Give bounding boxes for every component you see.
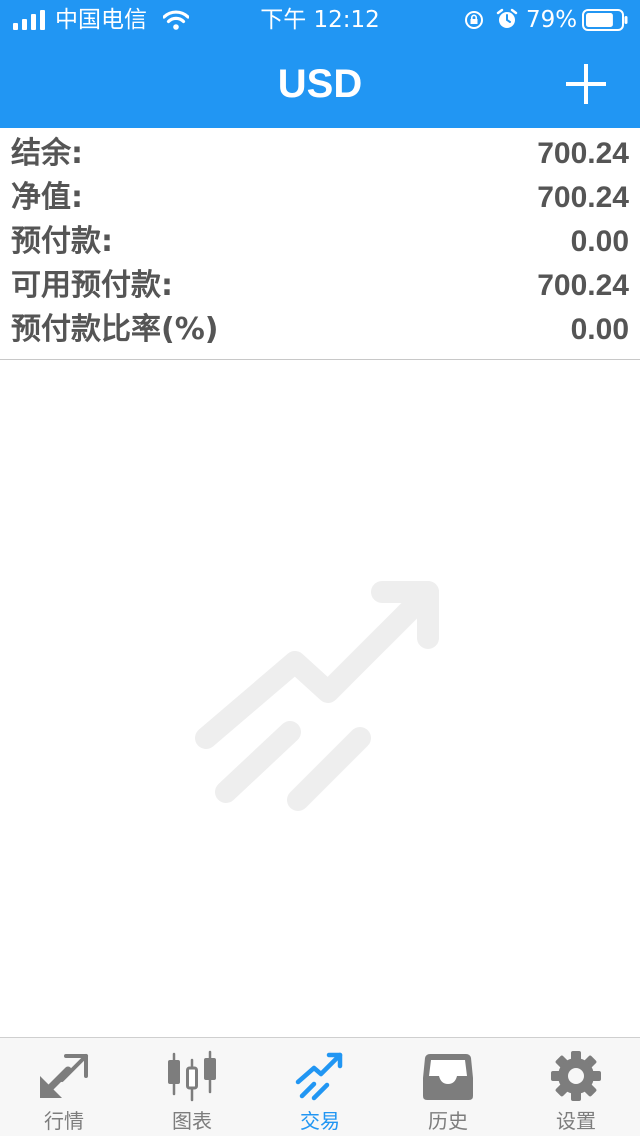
quotes-arrows-icon — [40, 1054, 88, 1098]
rotation-lock-icon — [465, 11, 483, 29]
inbox-icon — [423, 1054, 473, 1100]
free-margin-label: 可用预付款: — [11, 268, 173, 303]
equity-value: 700.24 — [537, 181, 629, 214]
battery-icon — [582, 9, 628, 31]
summary-row-free-margin: 可用预付款: 700.24 — [0, 264, 640, 308]
margin-value: 0.00 — [570, 225, 629, 258]
plus-icon[interactable] — [562, 60, 610, 108]
candlestick-icon — [168, 1050, 216, 1102]
tab-history[interactable]: 历史 — [384, 1038, 512, 1136]
summary-row-margin: 预付款: 0.00 — [0, 220, 640, 264]
equity-label: 净值: — [11, 180, 83, 215]
tab-charts[interactable]: 图表 — [128, 1038, 256, 1136]
alarm-icon — [496, 8, 518, 28]
trade-arrow-icon — [295, 1052, 343, 1101]
summary-row-margin-level: 预付款比率(%) 0.00 — [0, 308, 640, 352]
tab-quotes[interactable]: 行情 — [0, 1038, 128, 1136]
tab-settings[interactable]: 设置 — [512, 1038, 640, 1136]
summary-row-equity: 净值: 700.24 — [0, 176, 640, 220]
battery-percent: 79% — [526, 7, 578, 33]
tab-history-label: 历史 — [428, 1109, 468, 1133]
tab-quotes-label: 行情 — [44, 1109, 84, 1133]
tab-settings-label: 设置 — [556, 1109, 596, 1133]
balance-label: 结余: — [11, 136, 83, 171]
tab-trade[interactable]: 交易 — [256, 1038, 384, 1136]
balance-value: 700.24 — [537, 137, 629, 170]
page-title: USD — [277, 62, 363, 106]
free-margin-value: 700.24 — [537, 269, 629, 302]
summary-row-balance: 结余: 700.24 — [0, 132, 640, 176]
tab-bar: 行情 图表 交易 历史 设置 — [0, 1037, 640, 1136]
status-bar: 中国电信 下午 12:12 79% — [0, 0, 640, 40]
margin-level-label: 预付款比率(%) — [11, 312, 219, 347]
tab-trade-label: 交易 — [300, 1109, 340, 1133]
margin-label: 预付款: — [11, 224, 113, 259]
navigation-bar: USD — [0, 40, 640, 128]
gear-icon — [551, 1051, 601, 1101]
account-summary: 结余: 700.24 净值: 700.24 预付款: 0.00 可用预付款: 7… — [0, 128, 640, 360]
tab-charts-label: 图表 — [172, 1109, 212, 1133]
trade-arrow-icon — [195, 581, 439, 811]
margin-level-value: 0.00 — [570, 313, 629, 346]
